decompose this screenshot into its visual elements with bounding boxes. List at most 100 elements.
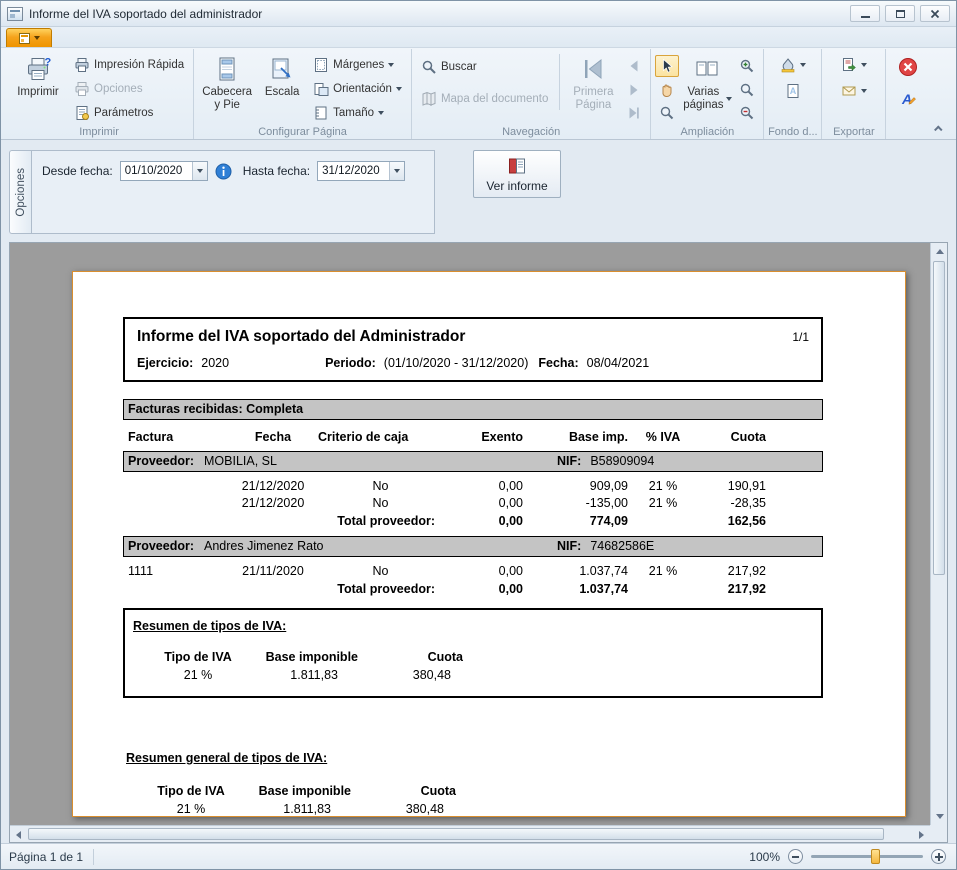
maximize-icon [896,10,905,18]
quick-print-button[interactable]: Impresión Rápida [69,55,189,75]
date-value: 08/04/2021 [587,355,650,371]
printer-icon: ? [25,56,51,82]
quick-print-icon [74,57,90,73]
ribbon-group-configurar-pagina: Cabecera y Pie Escala [194,49,412,139]
scroll-left-button[interactable] [10,826,27,843]
scroll-up-button[interactable] [931,243,948,260]
section-title-bar: Facturas recibidas: Completa [123,399,823,420]
application-menu-button[interactable] [6,28,52,47]
provider-rows: 21/12/2020 No 0,00 909,09 21 % 190,91 21… [123,478,853,530]
view-report-button[interactable]: Ver informe [473,150,561,198]
dropdown-arrow-icon [197,169,203,173]
dropdown-arrow-icon [396,87,402,91]
zoom-icon [739,82,755,98]
report-meta-row: Ejercicio: 2020 Periodo: (01/10/2020 - 3… [137,355,809,371]
paper-size-icon [313,105,329,121]
close-button[interactable] [920,5,950,22]
export-document-button[interactable] [836,55,872,75]
provider-bar: Proveedor:MOBILIA, SL NIF:B58909094 [123,451,823,472]
scroll-down-button[interactable] [931,808,948,825]
zoom-in-button[interactable] [735,55,759,77]
print-button[interactable]: ? Imprimir [9,51,67,124]
general-summary-title: Resumen general de tipos de IVA: [126,750,853,766]
search-button[interactable]: Buscar [416,57,553,77]
page-color-icon [780,57,796,73]
ribbon-group-imprimir: ? Imprimir Impresión Rápida [5,49,194,139]
hand-tool-button[interactable] [655,79,679,101]
info-button[interactable] [215,161,232,180]
ribbon-tab-strip [1,27,956,48]
zoom-in-step-button[interactable] [931,849,946,864]
zoom-level-button[interactable] [735,79,759,101]
arrow-left-icon [16,831,21,839]
zoom-slider[interactable] [811,855,923,858]
vertical-scrollbar[interactable] [930,243,947,825]
preview-area: Informe del IVA soportado del Administra… [9,242,948,843]
print-options-button: Opciones [69,79,189,99]
provider-nif: B58909094 [590,454,654,468]
close-preview-button[interactable] [896,55,920,79]
provider-bar: Proveedor:Andres Jimenez Rato NIF:746825… [123,536,823,557]
invoice-row: 1111 21/11/2020 No 0,00 1.037,74 21 % 21… [123,563,766,580]
options-fields-box: Desde fecha: 01/10/2020 Hasta fecha: 31/… [31,150,435,234]
ribbon-collapse-button[interactable] [928,121,950,136]
size-button[interactable]: Tamaño [308,103,407,123]
to-date-label: Hasta fecha: [243,161,310,178]
zoom-out-button[interactable] [735,102,759,124]
maximize-button[interactable] [885,5,915,22]
from-date-combo[interactable]: 01/10/2020 [120,161,208,181]
group-label-navegacion: Navegación [412,126,650,138]
from-date-value[interactable]: 01/10/2020 [121,162,192,180]
first-page-icon [580,56,606,82]
edit-watermark-button[interactable]: A [896,87,920,111]
search-icon [421,59,437,75]
next-page-button [622,79,646,101]
chevron-up-icon [934,125,942,133]
close-preview-icon [898,57,918,77]
report-title: Informe del IVA soportado del Administra… [137,329,465,345]
options-tab[interactable]: Opciones [9,150,31,234]
group-label-fondo: Fondo d... [764,126,821,138]
last-page-icon [626,105,642,121]
title-bar[interactable]: Informe del IVA soportado del administra… [1,1,956,27]
margins-button[interactable]: Márgenes [308,55,407,75]
horizontal-scrollbar-thumb[interactable] [28,828,884,840]
date-label: Fecha: [538,355,578,371]
status-bar: Página 1 de 1 100% [1,843,956,869]
report-column-headers: Factura Fecha Criterio de caja Exento Ba… [123,429,766,445]
ribbon-group-exportar: Exportar [822,49,886,139]
window-title: Informe del IVA soportado del administra… [29,7,262,21]
page-color-button[interactable] [775,55,811,75]
ribbon: ? Imprimir Impresión Rápida [1,27,956,140]
pointer-tool-button[interactable] [655,55,679,77]
to-date-combo[interactable]: 31/12/2020 [317,161,405,181]
dropdown-arrow-icon [861,89,867,93]
arrow-up-icon [936,249,944,254]
export-document-icon [841,57,857,73]
scale-button[interactable]: Escala [258,51,306,124]
orientation-button[interactable]: Orientación [308,79,407,99]
header-footer-icon [214,56,240,82]
zoom-slider-thumb[interactable] [871,849,880,864]
to-date-dropdown-button[interactable] [389,162,404,180]
options-panel: Opciones Desde fecha: 01/10/2020 Hasta f… [1,140,956,242]
horizontal-scrollbar[interactable] [10,825,930,842]
vertical-scrollbar-thumb[interactable] [933,261,945,575]
to-date-value[interactable]: 31/12/2020 [318,162,389,180]
parameters-button[interactable]: Parámetros [69,103,189,123]
ribbon-body: ? Imprimir Impresión Rápida [1,48,956,139]
multiple-pages-button[interactable]: Varias páginas [681,51,733,124]
scroll-right-button[interactable] [913,826,930,843]
general-summary-row: 21 % 1.811,83 380,48 [126,801,853,817]
export-send-button[interactable] [836,81,872,101]
zoom-out-step-button[interactable] [788,849,803,864]
zoom-in-icon [739,58,755,74]
watermark-button[interactable]: A [780,81,806,101]
zoom-tool-button[interactable] [655,102,679,124]
arrow-right-icon [919,831,924,839]
minimize-button[interactable] [850,5,880,22]
provider-total-row: Total proveedor: 0,00 774,09 162,56 [123,513,766,530]
header-footer-button[interactable]: Cabecera y Pie [198,51,256,124]
from-date-dropdown-button[interactable] [192,162,207,180]
scale-icon [269,56,295,82]
